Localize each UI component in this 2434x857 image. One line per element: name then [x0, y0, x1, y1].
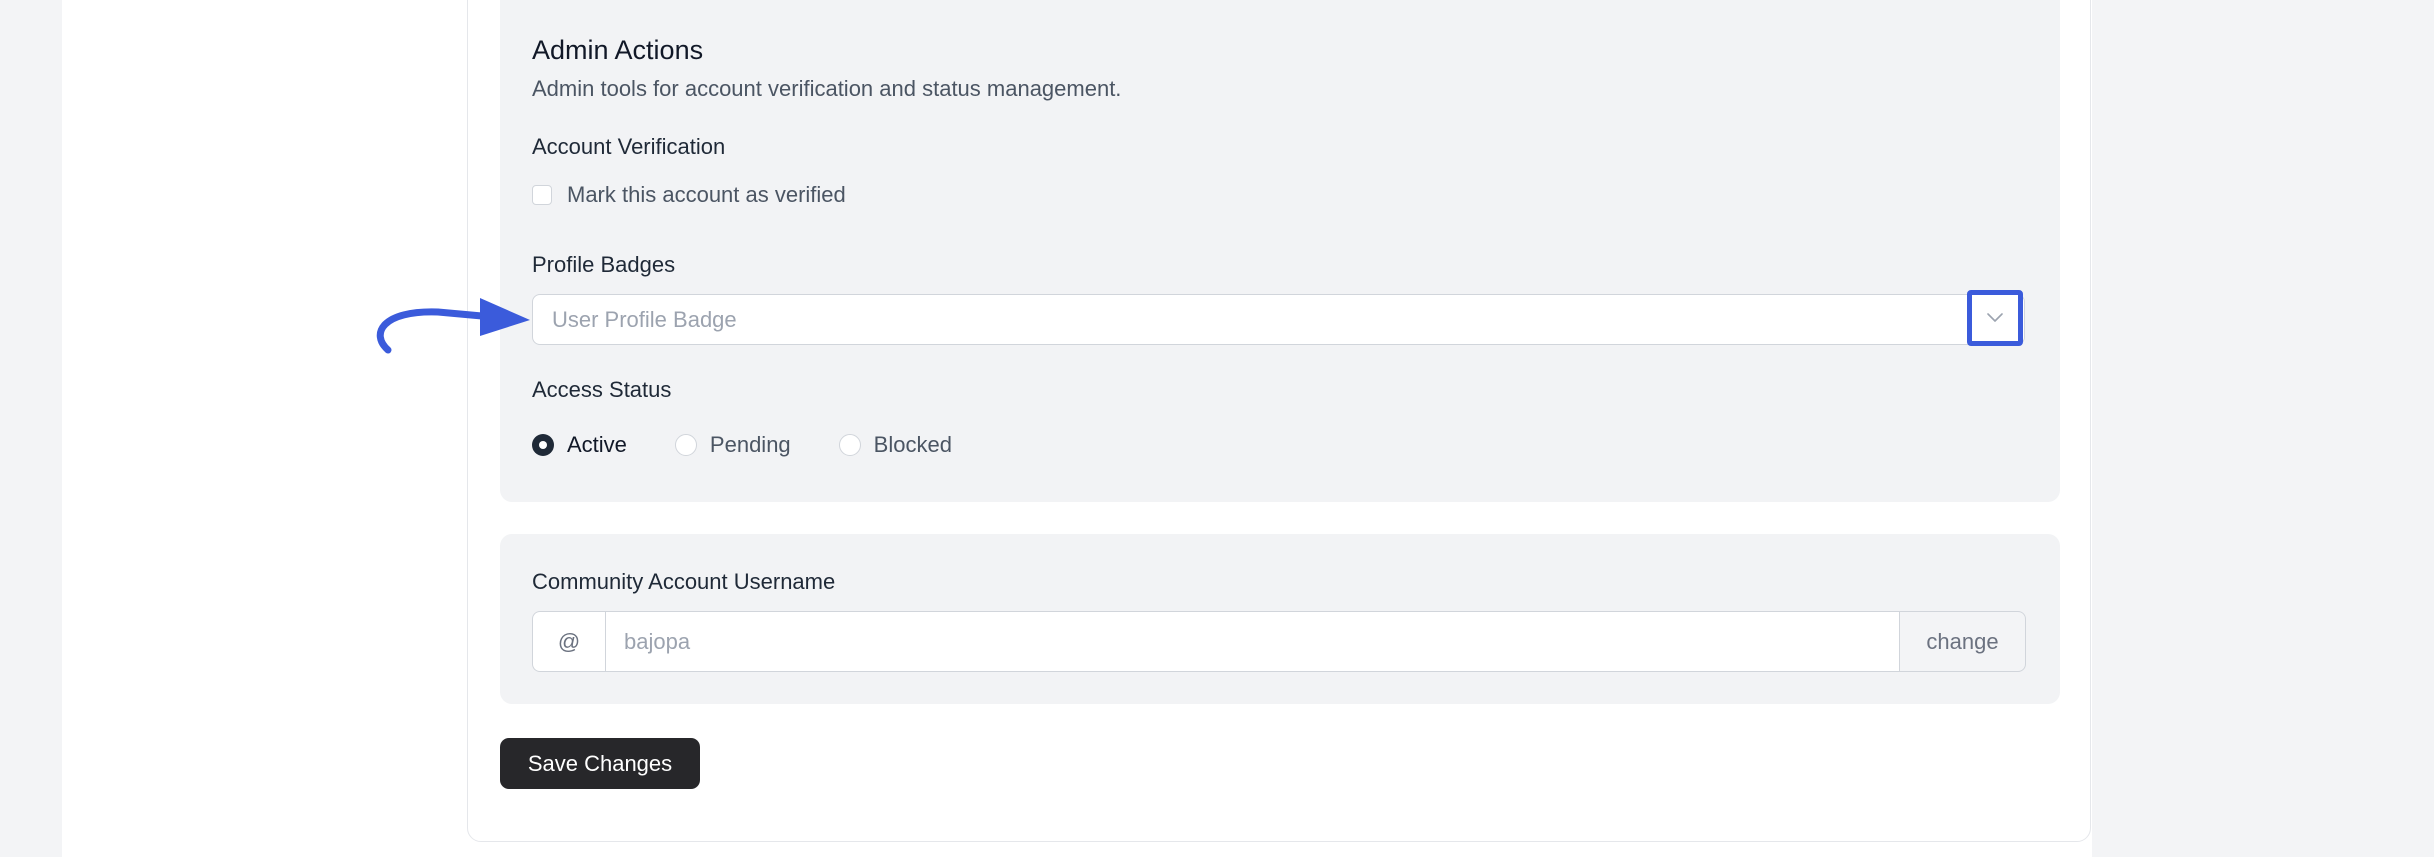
community-username-label: Community Account Username [532, 569, 836, 594]
verified-checkbox-row[interactable]: Mark this account as verified [532, 180, 846, 210]
radio-option-pending[interactable]: Pending [674, 432, 791, 458]
radio-active[interactable] [532, 434, 554, 456]
verified-checkbox[interactable] [532, 185, 552, 205]
verified-checkbox-label[interactable]: Mark this account as verified [567, 182, 846, 208]
admin-actions-description: Admin tools for account verification and… [532, 76, 1122, 101]
radio-option-blocked[interactable]: Blocked [838, 432, 952, 458]
radio-pending-label[interactable]: Pending [710, 432, 791, 458]
profile-badge-dropdown-toggle[interactable] [1967, 290, 2023, 346]
change-username-button[interactable]: change [1900, 611, 2026, 672]
radio-blocked[interactable] [838, 434, 861, 456]
annotation-arrow-icon [376, 298, 530, 354]
radio-blocked-label[interactable]: Blocked [874, 432, 952, 458]
radio-option-active[interactable]: Active [532, 432, 627, 458]
username-input[interactable] [605, 611, 1900, 672]
profile-badges-label: Profile Badges [532, 252, 676, 277]
page-background-right [2092, 0, 2434, 857]
radio-active-label[interactable]: Active [567, 432, 627, 458]
profile-badge-placeholder: User Profile Badge [552, 307, 737, 332]
admin-actions-title: Admin Actions [532, 35, 704, 65]
chevron-down-icon [1987, 313, 2003, 322]
save-changes-button[interactable]: Save Changes [500, 738, 700, 789]
radio-pending[interactable] [674, 434, 697, 456]
access-status-radio-group: Active Pending Blocked [532, 429, 1000, 461]
profile-badge-select[interactable]: User Profile Badge [532, 294, 2025, 345]
access-status-label: Access Status [532, 377, 672, 402]
account-verification-label: Account Verification [532, 134, 726, 159]
username-input-group: @ change [532, 611, 2026, 672]
username-prefix: @ [532, 611, 605, 672]
page-background-left [0, 0, 62, 857]
